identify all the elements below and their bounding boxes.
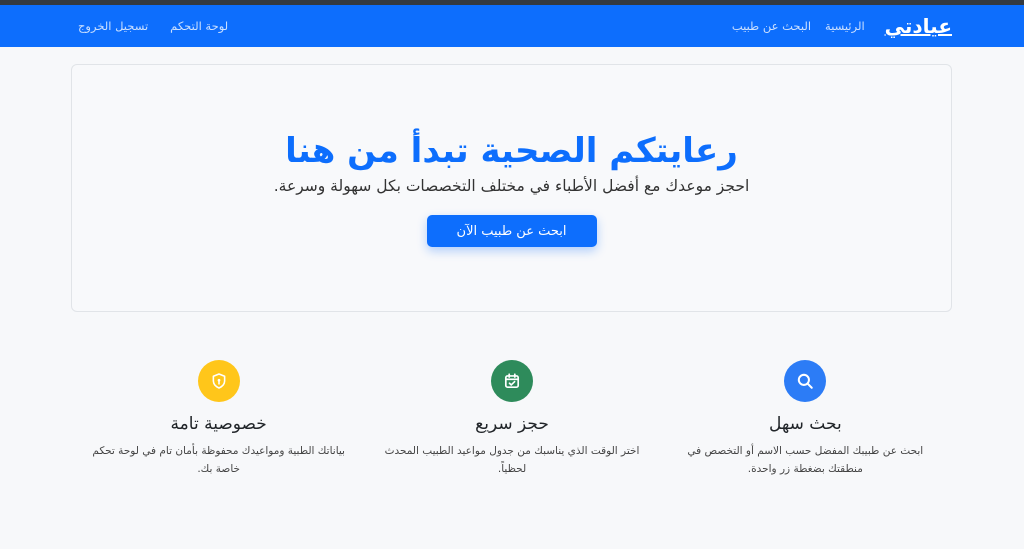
nav-link-dashboard[interactable]: لوحة التحكم — [170, 19, 228, 33]
nav-link-logout[interactable]: تسجيل الخروج — [78, 19, 148, 33]
feature-desc: ابحث عن طبيبك المفضل حسب الاسم أو التخصص… — [687, 445, 924, 475]
calendar-check-icon — [491, 360, 534, 402]
nav-link-find-doctor[interactable]: البحث عن طبيب — [732, 19, 811, 33]
shield-lock-icon — [197, 360, 240, 402]
navbar-left: لوحة التحكم تسجيل الخروج — [78, 19, 228, 33]
feature-privacy: خصوصية تامة بياناتك الطبية ومواعيدك محفو… — [72, 360, 365, 478]
feature-easy-search: بحث سهل ابحث عن طبيبك المفضل حسب الاسم أ… — [659, 360, 952, 478]
feature-fast-booking: حجز سريع اختر الوقت الذي يناسبك من جدول … — [365, 360, 658, 478]
find-doctor-button[interactable]: ابحث عن طبيب الآن — [426, 215, 597, 247]
feature-desc: اختر الوقت الذي يناسبك من جدول مواعيد ال… — [384, 445, 640, 475]
feature-title: بحث سهل — [768, 414, 842, 434]
feature-desc: بياناتك الطبية ومواعيدك محفوظة بأمان تام… — [92, 445, 345, 475]
feature-title: حجز سريع — [475, 414, 549, 434]
feature-title: خصوصية تامة — [170, 414, 267, 434]
nav-links: الرئيسية البحث عن طبيب — [732, 19, 865, 33]
brand-logo[interactable]: عيادتي — [885, 14, 952, 38]
navbar-right: عيادتي الرئيسية البحث عن طبيب — [732, 14, 952, 38]
hero-title: رعايتكم الصحية تبدأ من هنا — [285, 131, 738, 171]
hero-card: رعايتكم الصحية تبدأ من هنا احجز موعدك مع… — [71, 64, 952, 312]
features-row: بحث سهل ابحث عن طبيبك المفضل حسب الاسم أ… — [72, 360, 952, 478]
search-icon — [784, 360, 827, 402]
nav-link-home[interactable]: الرئيسية — [825, 19, 865, 33]
navbar: عيادتي الرئيسية البحث عن طبيب لوحة التحك… — [0, 5, 1024, 47]
hero-subtitle: احجز موعدك مع أفضل الأطباء في مختلف التخ… — [273, 177, 750, 195]
